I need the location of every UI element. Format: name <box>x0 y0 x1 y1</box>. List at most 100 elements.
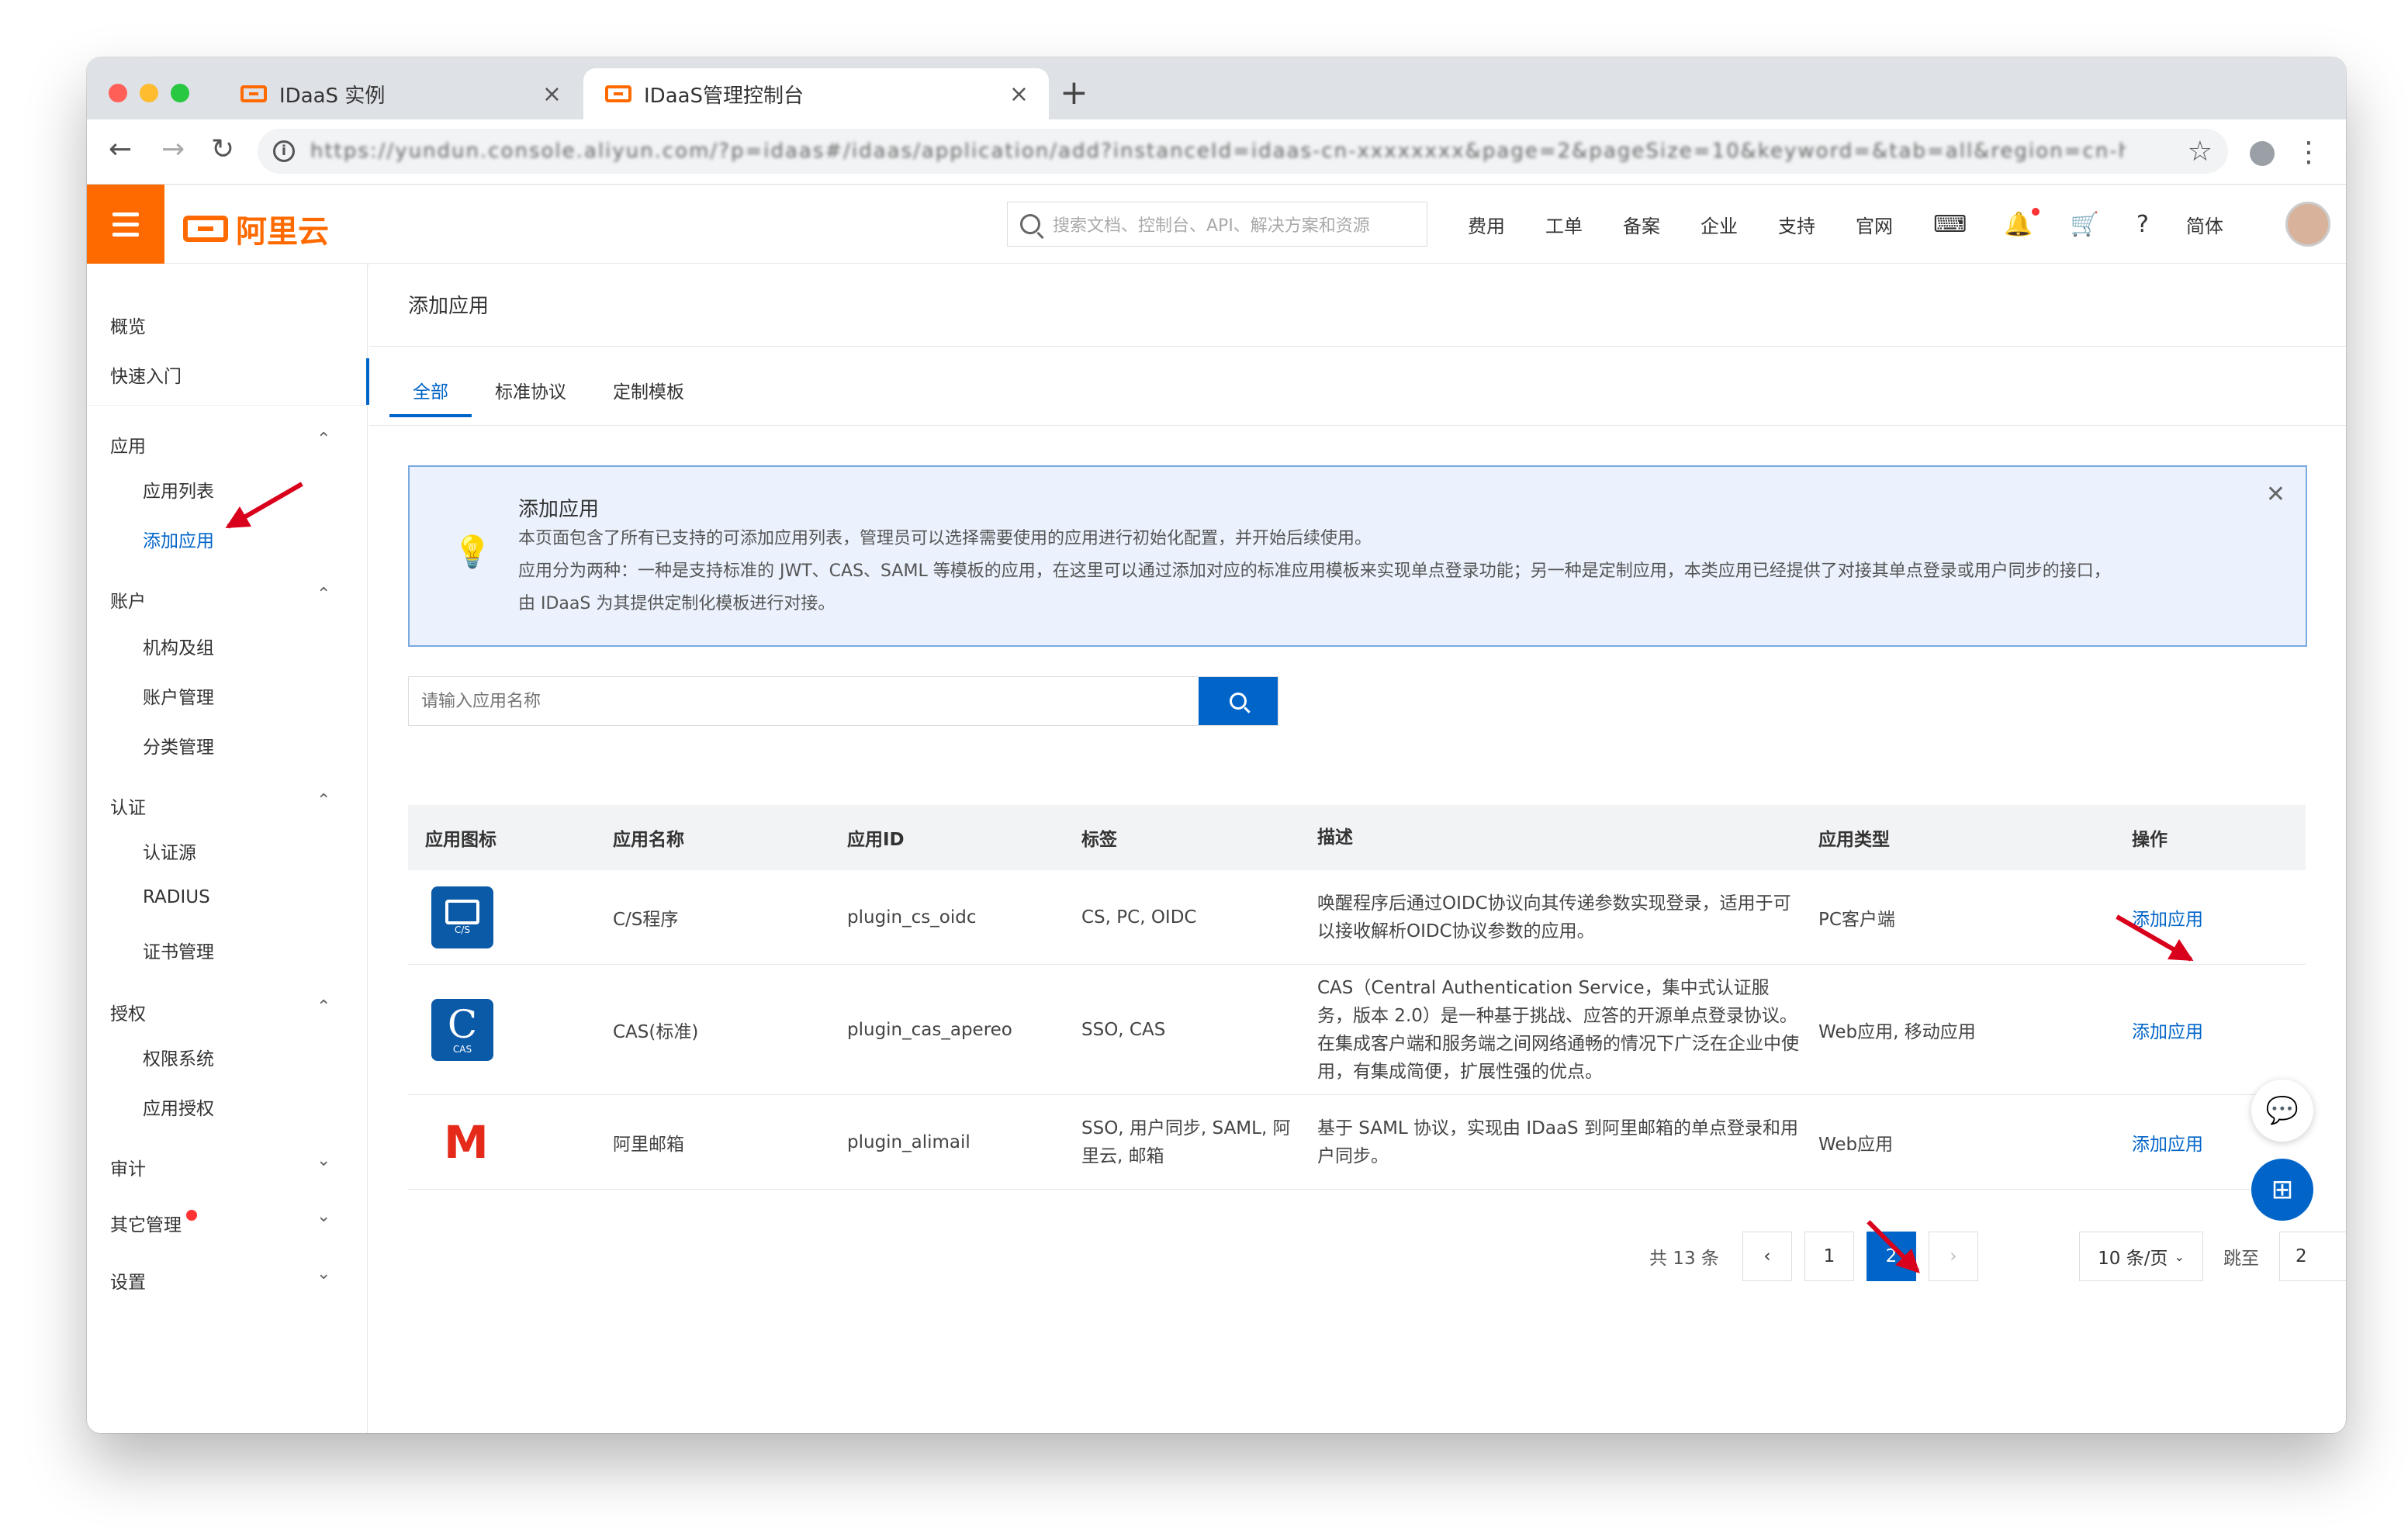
sidebar-item-radius[interactable]: RADIUS <box>143 887 210 907</box>
minimize-window-button[interactable] <box>140 84 158 102</box>
app-icon-cell: C CAS <box>408 998 597 1061</box>
sidebar-group-audit[interactable]: 审计 <box>110 1154 146 1180</box>
brand-name: 阿里云 <box>236 214 329 250</box>
chat-support-button[interactable]: 💬 <box>2251 1080 2313 1142</box>
chevron-up-icon[interactable]: ⌃ <box>317 430 330 449</box>
close-tab-icon[interactable]: × <box>1009 81 1029 108</box>
search-icon <box>1230 693 1247 710</box>
table-header: 应用图标 应用名称 应用ID 标签 描述 应用类型 操作 <box>408 805 2306 870</box>
sidebar: 概览 快速入门 应用 ⌃ 应用列表 添加应用 账户 ⌃ 机构及组 账户管理 分类… <box>87 264 368 1433</box>
col-header-icon: 应用图标 <box>425 830 496 850</box>
new-tab-icon[interactable]: + <box>1060 73 1088 112</box>
chevron-down-icon[interactable]: ⌄ <box>317 1151 330 1170</box>
sidebar-item-add-app[interactable]: 添加应用 <box>143 526 214 552</box>
app-name: C/S程序 <box>613 909 679 930</box>
sidebar-group-other[interactable]: 其它管理 <box>110 1210 197 1236</box>
sidebar-group-authorization[interactable]: 授权 <box>110 999 146 1025</box>
browser-menu-icon[interactable]: ⋮ <box>2295 136 2323 168</box>
sidebar-item-quickstart[interactable]: 快速入门 <box>110 361 182 388</box>
topnav-enterprise[interactable]: 企业 <box>1700 211 1738 238</box>
close-icon[interactable]: ✕ <box>2266 481 2285 508</box>
bell-icon[interactable]: 🔔 <box>2004 207 2040 238</box>
sidebar-group-settings[interactable]: 设置 <box>110 1267 146 1294</box>
maximize-window-button[interactable] <box>171 84 189 102</box>
chevron-down-icon[interactable]: ⌄ <box>317 1264 330 1284</box>
page-button[interactable]: 1 <box>1804 1232 1854 1281</box>
topnav-website[interactable]: 官网 <box>1856 211 1893 238</box>
grid-icon: ⊞ <box>2271 1174 2294 1205</box>
sidebar-group-auth[interactable]: 认证 <box>110 793 146 819</box>
global-search-input[interactable]: 搜索文档、控制台、API、解决方案和资源 <box>1007 202 1427 247</box>
close-tab-icon[interactable]: × <box>542 81 562 108</box>
sidebar-item-app-authorization[interactable]: 应用授权 <box>143 1093 214 1120</box>
app-search-input[interactable] <box>409 677 1199 725</box>
cs-monitor-icon: C/S <box>431 886 493 948</box>
chevron-down-icon[interactable]: ⌄ <box>317 1207 330 1226</box>
sidebar-item-overview[interactable]: 概览 <box>110 312 146 338</box>
add-app-link[interactable]: 添加应用 <box>2116 904 2306 931</box>
add-app-link[interactable]: 添加应用 <box>2116 1017 2306 1043</box>
lightbulb-icon: 💡 <box>453 534 492 570</box>
search-button[interactable] <box>1199 677 1278 725</box>
prev-page-button[interactable]: ‹ <box>1742 1232 1792 1281</box>
browser-tab-label: IDaaS 实例 <box>279 84 386 108</box>
tab-standard-protocol[interactable]: 标准协议 <box>472 369 590 425</box>
sidebar-item-auth-source[interactable]: 认证源 <box>143 838 196 864</box>
browser-tab-idaas-console[interactable]: IDaaS管理控制台 × <box>583 68 1049 119</box>
hamburger-menu-button[interactable] <box>87 185 164 264</box>
chevron-up-icon[interactable]: ⌃ <box>317 585 330 604</box>
sidebar-group-accounts[interactable]: 账户 <box>110 586 146 613</box>
profile-icon[interactable] <box>2250 141 2275 166</box>
topnav-support[interactable]: 支持 <box>1778 211 1815 238</box>
aliyun-favicon-icon <box>240 85 267 102</box>
aliyun-logo[interactable]: 阿里云 <box>183 206 329 251</box>
reload-icon[interactable]: ↻ <box>211 133 234 165</box>
browser-toolbar: ← → ↻ i https://yundun.console.aliyun.co… <box>87 119 2346 185</box>
topnav-tickets[interactable]: 工单 <box>1545 211 1583 238</box>
sidebar-item-category-mgmt[interactable]: 分类管理 <box>143 732 214 758</box>
sidebar-item-org-groups[interactable]: 机构及组 <box>143 633 214 659</box>
address-bar[interactable]: i https://yundun.console.aliyun.com/?p=i… <box>258 129 2228 174</box>
sidebar-item-app-list[interactable]: 应用列表 <box>143 476 214 503</box>
app-name: 阿里邮箱 <box>613 1134 684 1155</box>
page-title: 添加应用 <box>408 295 490 318</box>
app-icon-cell: M <box>408 1116 597 1169</box>
tabs-divider <box>369 425 2346 426</box>
help-icon[interactable]: ? <box>2136 211 2149 238</box>
app-name: CAS(标准) <box>613 1021 699 1042</box>
app-type: Web应用 <box>1818 1134 1894 1155</box>
app-launcher-button[interactable]: ⊞ <box>2251 1159 2313 1221</box>
sidebar-item-account-mgmt[interactable]: 账户管理 <box>143 682 214 709</box>
tab-custom-template[interactable]: 定制模板 <box>590 369 708 425</box>
sidebar-item-permission-system[interactable]: 权限系统 <box>143 1044 214 1070</box>
app-desc: CAS（Central Authentication Service，集中式认证… <box>1317 977 1799 1082</box>
top-nav: 费用 工单 备案 企业 支持 官网 ⌨ 🔔 🛒 ? 简体 <box>1468 185 2264 264</box>
back-arrow-icon[interactable]: ← <box>109 133 132 165</box>
forward-arrow-icon[interactable]: → <box>161 133 185 165</box>
browser-window: IDaaS 实例 × IDaaS管理控制台 × + ← → ↻ i https:… <box>87 57 2346 1433</box>
chevron-up-icon[interactable]: ⌃ <box>317 791 330 810</box>
sidebar-divider <box>87 405 368 406</box>
terminal-icon[interactable]: ⌨ <box>1933 211 1967 238</box>
topnav-fees[interactable]: 费用 <box>1468 211 1505 238</box>
language-switch[interactable]: 简体 <box>2186 211 2223 238</box>
topnav-icp[interactable]: 备案 <box>1623 211 1660 238</box>
chevron-up-icon[interactable]: ⌃ <box>317 997 330 1017</box>
header-divider <box>369 346 2346 347</box>
next-page-button[interactable]: › <box>1929 1232 1978 1281</box>
sidebar-group-apps[interactable]: 应用 <box>110 431 146 458</box>
jump-to-page-input[interactable]: 2 <box>2279 1232 2346 1281</box>
jump-label: 跳至 <box>2223 1249 2259 1269</box>
cart-icon[interactable]: 🛒 <box>2071 211 2099 238</box>
browser-tab-idaas-instance[interactable]: IDaaS 实例 × <box>219 68 582 119</box>
sidebar-item-cert-mgmt[interactable]: 证书管理 <box>143 937 214 963</box>
notice-line: 应用分为两种：一种是支持标准的 JWT、CAS、SAML 等模板的应用，在这里可… <box>518 561 2111 581</box>
close-window-button[interactable] <box>109 84 127 102</box>
window-controls <box>109 84 189 102</box>
app-id: plugin_cas_apereo <box>847 1019 1012 1040</box>
bookmark-star-icon[interactable]: ☆ <box>2188 136 2213 168</box>
tab-all[interactable]: 全部 <box>389 369 472 425</box>
page-size-select[interactable]: 10 条/页 ⌄ <box>2079 1232 2203 1281</box>
user-avatar[interactable] <box>2285 202 2330 247</box>
site-info-icon[interactable]: i <box>273 140 295 162</box>
